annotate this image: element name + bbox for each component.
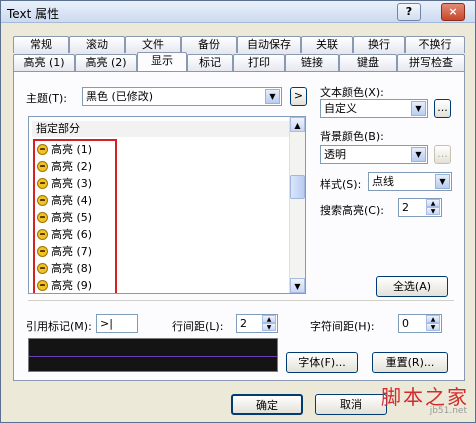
tab-highlight-1[interactable]: 高亮 (1) bbox=[13, 54, 75, 71]
tab-mark[interactable]: 标记 bbox=[187, 54, 233, 71]
divider bbox=[28, 300, 454, 301]
close-button[interactable]: × bbox=[441, 3, 465, 21]
ref-mark-input[interactable]: >| bbox=[96, 314, 138, 333]
list-header: 指定部分 bbox=[32, 121, 290, 137]
spin-down-icon[interactable]: ▼ bbox=[426, 207, 440, 215]
line-spacing-value: 2 bbox=[240, 317, 247, 330]
chevron-down-icon: ▼ bbox=[265, 89, 280, 104]
spin-up-icon[interactable]: ▲ bbox=[426, 199, 440, 207]
tab-highlight-2[interactable]: 高亮 (2) bbox=[75, 54, 137, 71]
list-item[interactable]: 高亮 (5) bbox=[35, 209, 115, 226]
bg-color-more-button[interactable]: ... bbox=[434, 145, 451, 164]
parts-listbox[interactable]: 指定部分 高亮 (1) 高亮 (2) 高亮 (3) 高亮 (4) 高亮 (5) … bbox=[28, 116, 306, 294]
text-color-select[interactable]: 自定义 ▼ bbox=[320, 99, 428, 118]
chevron-down-icon: ▼ bbox=[411, 101, 426, 116]
spin-down-icon[interactable]: ▼ bbox=[262, 323, 276, 331]
list-item[interactable]: 高亮 (2) bbox=[35, 158, 115, 175]
search-highlight-spinner[interactable]: 2 ▲ ▼ bbox=[398, 198, 442, 217]
list-scrollbar[interactable]: ▲ ▼ bbox=[289, 117, 305, 293]
list-item[interactable]: 高亮 (4) bbox=[35, 192, 115, 209]
ok-button[interactable]: 确定 bbox=[231, 394, 303, 415]
tab-links[interactable]: 链接 bbox=[285, 54, 339, 71]
style-value: 点线 bbox=[372, 175, 394, 188]
style-select[interactable]: 点线 ▼ bbox=[368, 172, 452, 191]
list-item[interactable]: 高亮 (1) bbox=[35, 141, 115, 158]
preview-area bbox=[28, 338, 278, 372]
watermark-url: jb51.net bbox=[429, 406, 467, 416]
spin-down-icon[interactable]: ▼ bbox=[426, 323, 440, 331]
window-title: Text 属性 bbox=[7, 7, 60, 21]
char-spacing-spinner[interactable]: 0 ▲ ▼ bbox=[398, 314, 442, 333]
tab-file[interactable]: 文件 bbox=[125, 36, 181, 53]
style-label: 样式(S): bbox=[320, 178, 362, 191]
highlight-items: 高亮 (1) 高亮 (2) 高亮 (3) 高亮 (4) 高亮 (5) 高亮 (6… bbox=[33, 139, 117, 293]
tab-print[interactable]: 打印 bbox=[233, 54, 285, 71]
list-item[interactable]: 高亮 (3) bbox=[35, 175, 115, 192]
site-watermark: 脚本之家 jb51.net bbox=[339, 381, 475, 421]
char-spacing-label: 字符间距(H): bbox=[310, 320, 375, 333]
line-spacing-spinner[interactable]: 2 ▲ ▼ bbox=[236, 314, 278, 333]
search-highlight-label: 搜索高亮(C): bbox=[320, 204, 384, 217]
highlight-icon bbox=[37, 161, 48, 172]
theme-label: 主题(T): bbox=[26, 92, 68, 105]
spin-up-icon[interactable]: ▲ bbox=[426, 315, 440, 323]
display-panel: 主题(T): 黑色 (已修改) ▼ > 指定部分 高亮 (1) 高亮 (2) 高… bbox=[13, 71, 465, 381]
title-bar: Text 属性 ? × bbox=[1, 1, 475, 23]
highlight-icon bbox=[37, 229, 48, 240]
tab-scroll[interactable]: 滚动 bbox=[69, 36, 125, 53]
tab-wrap[interactable]: 换行 bbox=[353, 36, 405, 53]
tab-autosave[interactable]: 自动保存 bbox=[237, 36, 301, 53]
highlight-icon bbox=[37, 280, 48, 291]
bg-color-select[interactable]: 透明 ▼ bbox=[320, 145, 428, 164]
scroll-down-icon[interactable]: ▼ bbox=[290, 278, 305, 293]
highlight-icon bbox=[37, 195, 48, 206]
tab-association[interactable]: 关联 bbox=[301, 36, 353, 53]
spin-up-icon[interactable]: ▲ bbox=[262, 315, 276, 323]
select-all-button[interactable]: 全选(A) bbox=[376, 276, 448, 297]
properties-dialog: Text 属性 ? × 常规 滚动 文件 备份 自动保存 关联 换行 不换行 高… bbox=[0, 0, 476, 423]
text-color-label: 文本颜色(X): bbox=[320, 86, 384, 99]
list-item[interactable]: 高亮 (9) bbox=[35, 277, 115, 293]
tab-backup[interactable]: 备份 bbox=[181, 36, 237, 53]
highlight-icon bbox=[37, 246, 48, 257]
chevron-down-icon: ▼ bbox=[435, 174, 450, 189]
scroll-up-icon[interactable]: ▲ bbox=[290, 117, 305, 132]
list-item[interactable]: 高亮 (6) bbox=[35, 226, 115, 243]
text-color-more-button[interactable]: ... bbox=[434, 99, 451, 118]
tab-keyboard[interactable]: 键盘 bbox=[339, 54, 397, 71]
line-spacing-label: 行间距(L): bbox=[172, 320, 224, 333]
char-spacing-value: 0 bbox=[402, 317, 409, 330]
highlight-icon bbox=[37, 263, 48, 274]
bg-color-value: 透明 bbox=[324, 148, 346, 161]
tab-general[interactable]: 常规 bbox=[13, 36, 69, 53]
font-button[interactable]: 字体(F)... bbox=[286, 352, 358, 373]
text-color-value: 自定义 bbox=[324, 102, 357, 115]
theme-next-button[interactable]: > bbox=[290, 87, 307, 106]
chevron-down-icon: ▼ bbox=[411, 147, 426, 162]
tab-display[interactable]: 显示 bbox=[137, 52, 187, 71]
preview-dotted-line bbox=[29, 356, 277, 357]
tab-nowrap[interactable]: 不换行 bbox=[405, 36, 465, 53]
reset-button[interactable]: 重置(R)... bbox=[372, 352, 448, 373]
search-highlight-value: 2 bbox=[402, 201, 409, 214]
highlight-icon bbox=[37, 144, 48, 155]
list-item[interactable]: 高亮 (8) bbox=[35, 260, 115, 277]
ref-mark-label: 引用标记(M): bbox=[26, 320, 92, 333]
theme-select[interactable]: 黑色 (已修改) ▼ bbox=[82, 87, 282, 106]
scroll-thumb[interactable] bbox=[290, 175, 305, 199]
help-button[interactable]: ? bbox=[397, 3, 421, 21]
list-item[interactable]: 高亮 (7) bbox=[35, 243, 115, 260]
highlight-icon bbox=[37, 212, 48, 223]
tab-spellcheck[interactable]: 拼写检查 bbox=[397, 54, 465, 71]
highlight-icon bbox=[37, 178, 48, 189]
bg-color-label: 背景颜色(B): bbox=[320, 130, 384, 143]
theme-value: 黑色 (已修改) bbox=[86, 90, 154, 103]
